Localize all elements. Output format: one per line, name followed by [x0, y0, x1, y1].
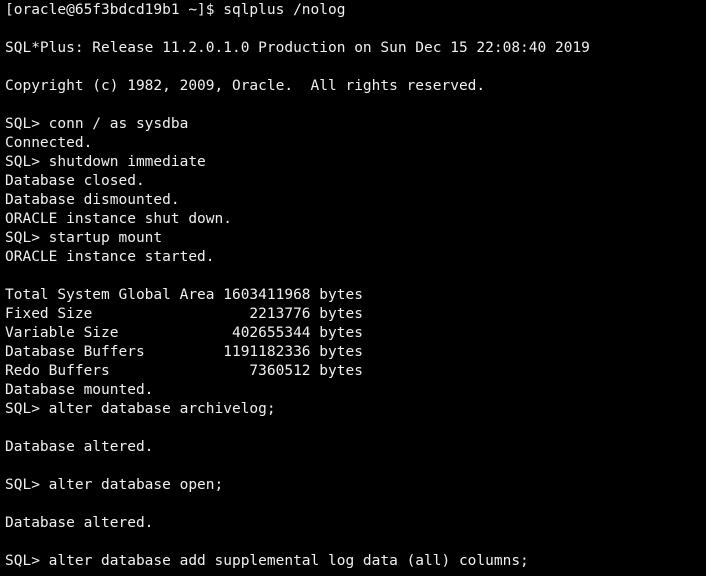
terminal-line: Fixed Size 2213776 bytes [5, 306, 363, 322]
terminal-line: [oracle@65f3bdcd19b1 ~]$ sqlplus /nolog [5, 2, 346, 18]
terminal-line: Total System Global Area 1603411968 byte… [5, 287, 363, 303]
terminal-line: Database dismounted. [5, 192, 180, 208]
terminal-line: Redo Buffers 7360512 bytes [5, 363, 363, 379]
terminal-line: SQL> startup mount [5, 230, 163, 246]
terminal-line: SQL> conn / as sysdba [5, 116, 189, 132]
terminal-line: SQL*Plus: Release 11.2.0.1.0 Production … [5, 40, 590, 56]
terminal-line: SQL> shutdown immediate [5, 154, 206, 170]
terminal-line: Database mounted. [5, 382, 154, 398]
terminal-line: SQL> alter database archivelog; [5, 401, 276, 417]
terminal-window[interactable]: [oracle@65f3bdcd19b1 ~]$ sqlplus /nolog … [0, 0, 706, 576]
terminal-line: Connected. [5, 135, 93, 151]
terminal-line: SQL> alter database add supplemental log… [5, 553, 529, 569]
terminal-line: Database altered. [5, 439, 154, 455]
terminal-line: Database closed. [5, 173, 145, 189]
terminal-line: ORACLE instance shut down. [5, 211, 232, 227]
terminal-line: Copyright (c) 1982, 2009, Oracle. All ri… [5, 78, 486, 94]
terminal-line: Database Buffers 1191182336 bytes [5, 344, 363, 360]
terminal-line: SQL> alter database open; [5, 477, 224, 493]
terminal-line: ORACLE instance started. [5, 249, 215, 265]
terminal-line: Variable Size 402655344 bytes [5, 325, 363, 341]
terminal-line: Database altered. [5, 515, 154, 531]
